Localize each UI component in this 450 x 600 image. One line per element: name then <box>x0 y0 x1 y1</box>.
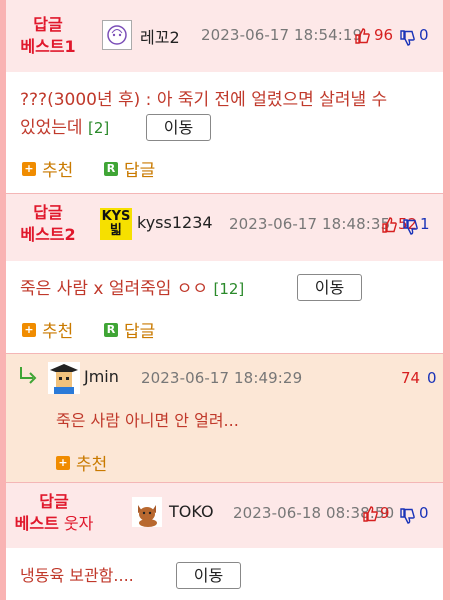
timestamp: 2023-06-17 18:48:35 <box>229 215 391 233</box>
reply-count: [12] <box>213 280 245 298</box>
plus-square-icon: + <box>22 322 36 337</box>
comment-text: 죽은 사람 x 얼려죽임 ㅇㅇ [12] <box>20 279 245 299</box>
reply-body: 죽은 사람 아니면 안 얼려... + 추천 <box>6 397 443 482</box>
recommend-button[interactable]: + 추천 <box>56 450 107 475</box>
upvote-count: 96 <box>374 26 394 44</box>
reply-count: [2] <box>87 119 110 137</box>
upvote-count: 74 <box>401 369 421 387</box>
reply-header: Jmin 2023-06-17 18:49:29 74 0 <box>6 353 443 397</box>
thumbs-up-icon[interactable] <box>381 217 397 233</box>
nickname[interactable]: kyss1234 <box>137 213 213 232</box>
reply-button[interactable]: R 답글 <box>104 317 155 342</box>
thumbs-down-icon[interactable] <box>402 219 418 235</box>
timestamp: 2023-06-17 18:49:29 <box>141 369 303 387</box>
reply-button[interactable]: R 답글 <box>104 156 155 181</box>
reply-text: 죽은 사람 아니면 안 얼려... <box>56 411 239 430</box>
upvote-count: 9 <box>380 504 390 522</box>
thumbs-down-icon[interactable] <box>399 30 415 46</box>
timestamp: 2023-06-17 18:54:19 <box>201 26 363 44</box>
best-badge: 답글 베스트1 <box>20 15 76 56</box>
downvote-count: 0 <box>427 369 437 387</box>
comment-text: ???(3000년 후) : 아 죽기 전에 얼렸으면 살려낼 수 있었는데 [… <box>20 90 388 138</box>
best-badge: 답글 베스트 웃자 <box>14 492 94 533</box>
plus-square-icon: + <box>56 455 70 470</box>
avatar[interactable] <box>132 497 162 527</box>
comment-text: 냉동육 보관함.... <box>20 566 134 585</box>
recommend-button[interactable]: + 추천 <box>22 317 73 342</box>
recommend-button[interactable]: + 추천 <box>22 156 73 181</box>
r-square-icon: R <box>104 161 118 176</box>
plus-square-icon: + <box>22 161 36 176</box>
thumbs-up-icon[interactable] <box>362 506 378 522</box>
best-badge: 답글 베스트2 <box>20 203 76 244</box>
nickname[interactable]: TOKO <box>169 502 214 521</box>
nickname[interactable]: 레꼬2 <box>140 24 180 48</box>
move-button[interactable]: 이동 <box>176 562 241 589</box>
downvote-count: 0 <box>419 26 429 44</box>
comment-header: 답글 베스트1 레꼬2 2023-06-17 18:54:19 96 0 <box>6 0 443 72</box>
move-button[interactable]: 이동 <box>146 114 211 141</box>
avatar[interactable] <box>102 20 132 50</box>
avatar[interactable] <box>48 362 80 394</box>
comment-header: 답글 베스트 웃자 TOKO 2023-06-18 08:38:50 9 0 <box>6 482 443 548</box>
downvote-count: 0 <box>419 504 429 522</box>
avatar[interactable]: KYS 빏 <box>100 208 132 240</box>
thumbs-up-icon[interactable] <box>354 28 370 44</box>
comment-list: 답글 베스트1 레꼬2 2023-06-17 18:54:19 96 0 ???… <box>6 0 443 600</box>
downvote-count: 1 <box>420 215 430 233</box>
reply-arrow-icon <box>20 367 37 384</box>
thumbs-down-icon[interactable] <box>399 508 415 524</box>
r-square-icon: R <box>104 322 118 337</box>
move-button[interactable]: 이동 <box>297 274 362 301</box>
nickname[interactable]: Jmin <box>84 367 119 386</box>
comment-header: 답글 베스트2 KYS 빏 kyss1234 2023-06-17 18:48:… <box>6 193 443 261</box>
